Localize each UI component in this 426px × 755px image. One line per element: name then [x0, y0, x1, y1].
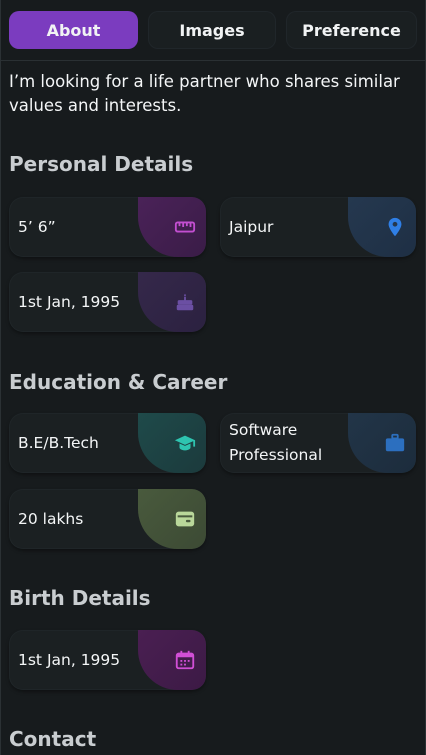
profile-screen: About Images Preference I’m looking for … — [0, 0, 426, 755]
personal-details-heading: Personal Details — [9, 152, 194, 176]
tab-about[interactable]: About — [9, 11, 138, 49]
about-description: I’m looking for a life partner who share… — [9, 72, 400, 115]
birth-date-card: 1st Jan, 1995 — [9, 630, 206, 690]
profession-card: Software Professional — [220, 413, 416, 473]
height-card: 5’ 6” — [9, 197, 206, 257]
degree-card: B.E/B.Tech — [9, 413, 206, 473]
height-value: 5’ 6” — [18, 217, 56, 236]
profession-value: Software Professional — [229, 421, 323, 464]
location-card: Jaipur — [220, 197, 416, 257]
contact-heading: Contact — [9, 727, 97, 751]
briefcase-icon — [384, 432, 406, 454]
location-pin-icon — [384, 216, 406, 238]
location-value: Jaipur — [229, 217, 274, 236]
tab-bar: About Images Preference — [1, 0, 425, 61]
calendar-icon — [174, 649, 196, 671]
degree-value: B.E/B.Tech — [18, 433, 99, 452]
ruler-icon — [174, 216, 196, 238]
birth-details-heading: Birth Details — [9, 586, 151, 610]
income-card: 20 lakhs — [9, 489, 206, 549]
education-career-heading: Education & Career — [9, 370, 228, 394]
income-value: 20 lakhs — [18, 509, 84, 528]
graduation-cap-icon — [174, 432, 196, 454]
tab-preference[interactable]: Preference — [286, 11, 417, 49]
birthdate-value: 1st Jan, 1995 — [18, 292, 121, 311]
tab-images[interactable]: Images — [148, 11, 276, 49]
wallet-icon — [174, 508, 196, 530]
birthday-cake-icon — [174, 291, 196, 313]
birth-date-value: 1st Jan, 1995 — [18, 650, 121, 669]
birthdate-card: 1st Jan, 1995 — [9, 272, 206, 332]
